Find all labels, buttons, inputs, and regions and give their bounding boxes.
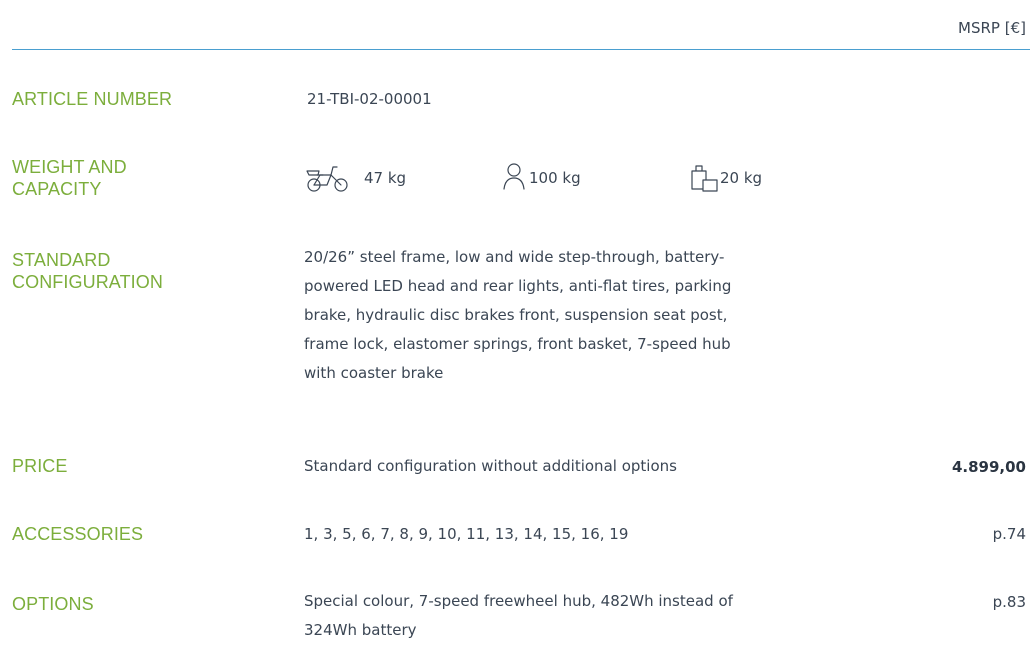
article-number-value: 21-TBI-02-00001 — [307, 90, 432, 108]
standard-configuration-label: STANDARD CONFIGURATION — [12, 250, 163, 292]
options-text: Special colour, 7-speed freewheel hub, 4… — [304, 592, 733, 639]
bicycle-icon — [303, 161, 353, 195]
luggage-icon — [690, 161, 720, 193]
accessories-page-link[interactable]: p.74 — [993, 525, 1026, 543]
bike-weight-value: 47 kg — [364, 169, 407, 187]
price-label: PRICE — [12, 456, 68, 476]
person-icon — [502, 161, 526, 191]
msrp-label: MSRP [€] — [958, 19, 1026, 37]
price-value: 4.899,00 — [951, 458, 1026, 476]
options-page-link[interactable]: p.83 — [993, 593, 1026, 611]
standard-configuration-text: 20/26” steel frame, low and wide step-th… — [304, 248, 732, 382]
accessories-list: 1, 3, 5, 6, 7, 8, 9, 10, 11, 13, 14, 15,… — [304, 525, 629, 543]
accessories-label: ACCESSORIES — [12, 524, 144, 544]
article-number-label: ARTICLE NUMBER — [12, 89, 173, 109]
options-label: OPTIONS — [12, 594, 94, 614]
price-description: Standard configuration without additiona… — [304, 457, 677, 475]
rider-capacity-value: 100 kg — [529, 169, 581, 187]
luggage-capacity-value: 20 kg — [720, 169, 763, 187]
weight-capacity-label: WEIGHT AND CAPACITY — [12, 157, 127, 199]
header-rule: MSRP [€] — [12, 0, 1030, 50]
